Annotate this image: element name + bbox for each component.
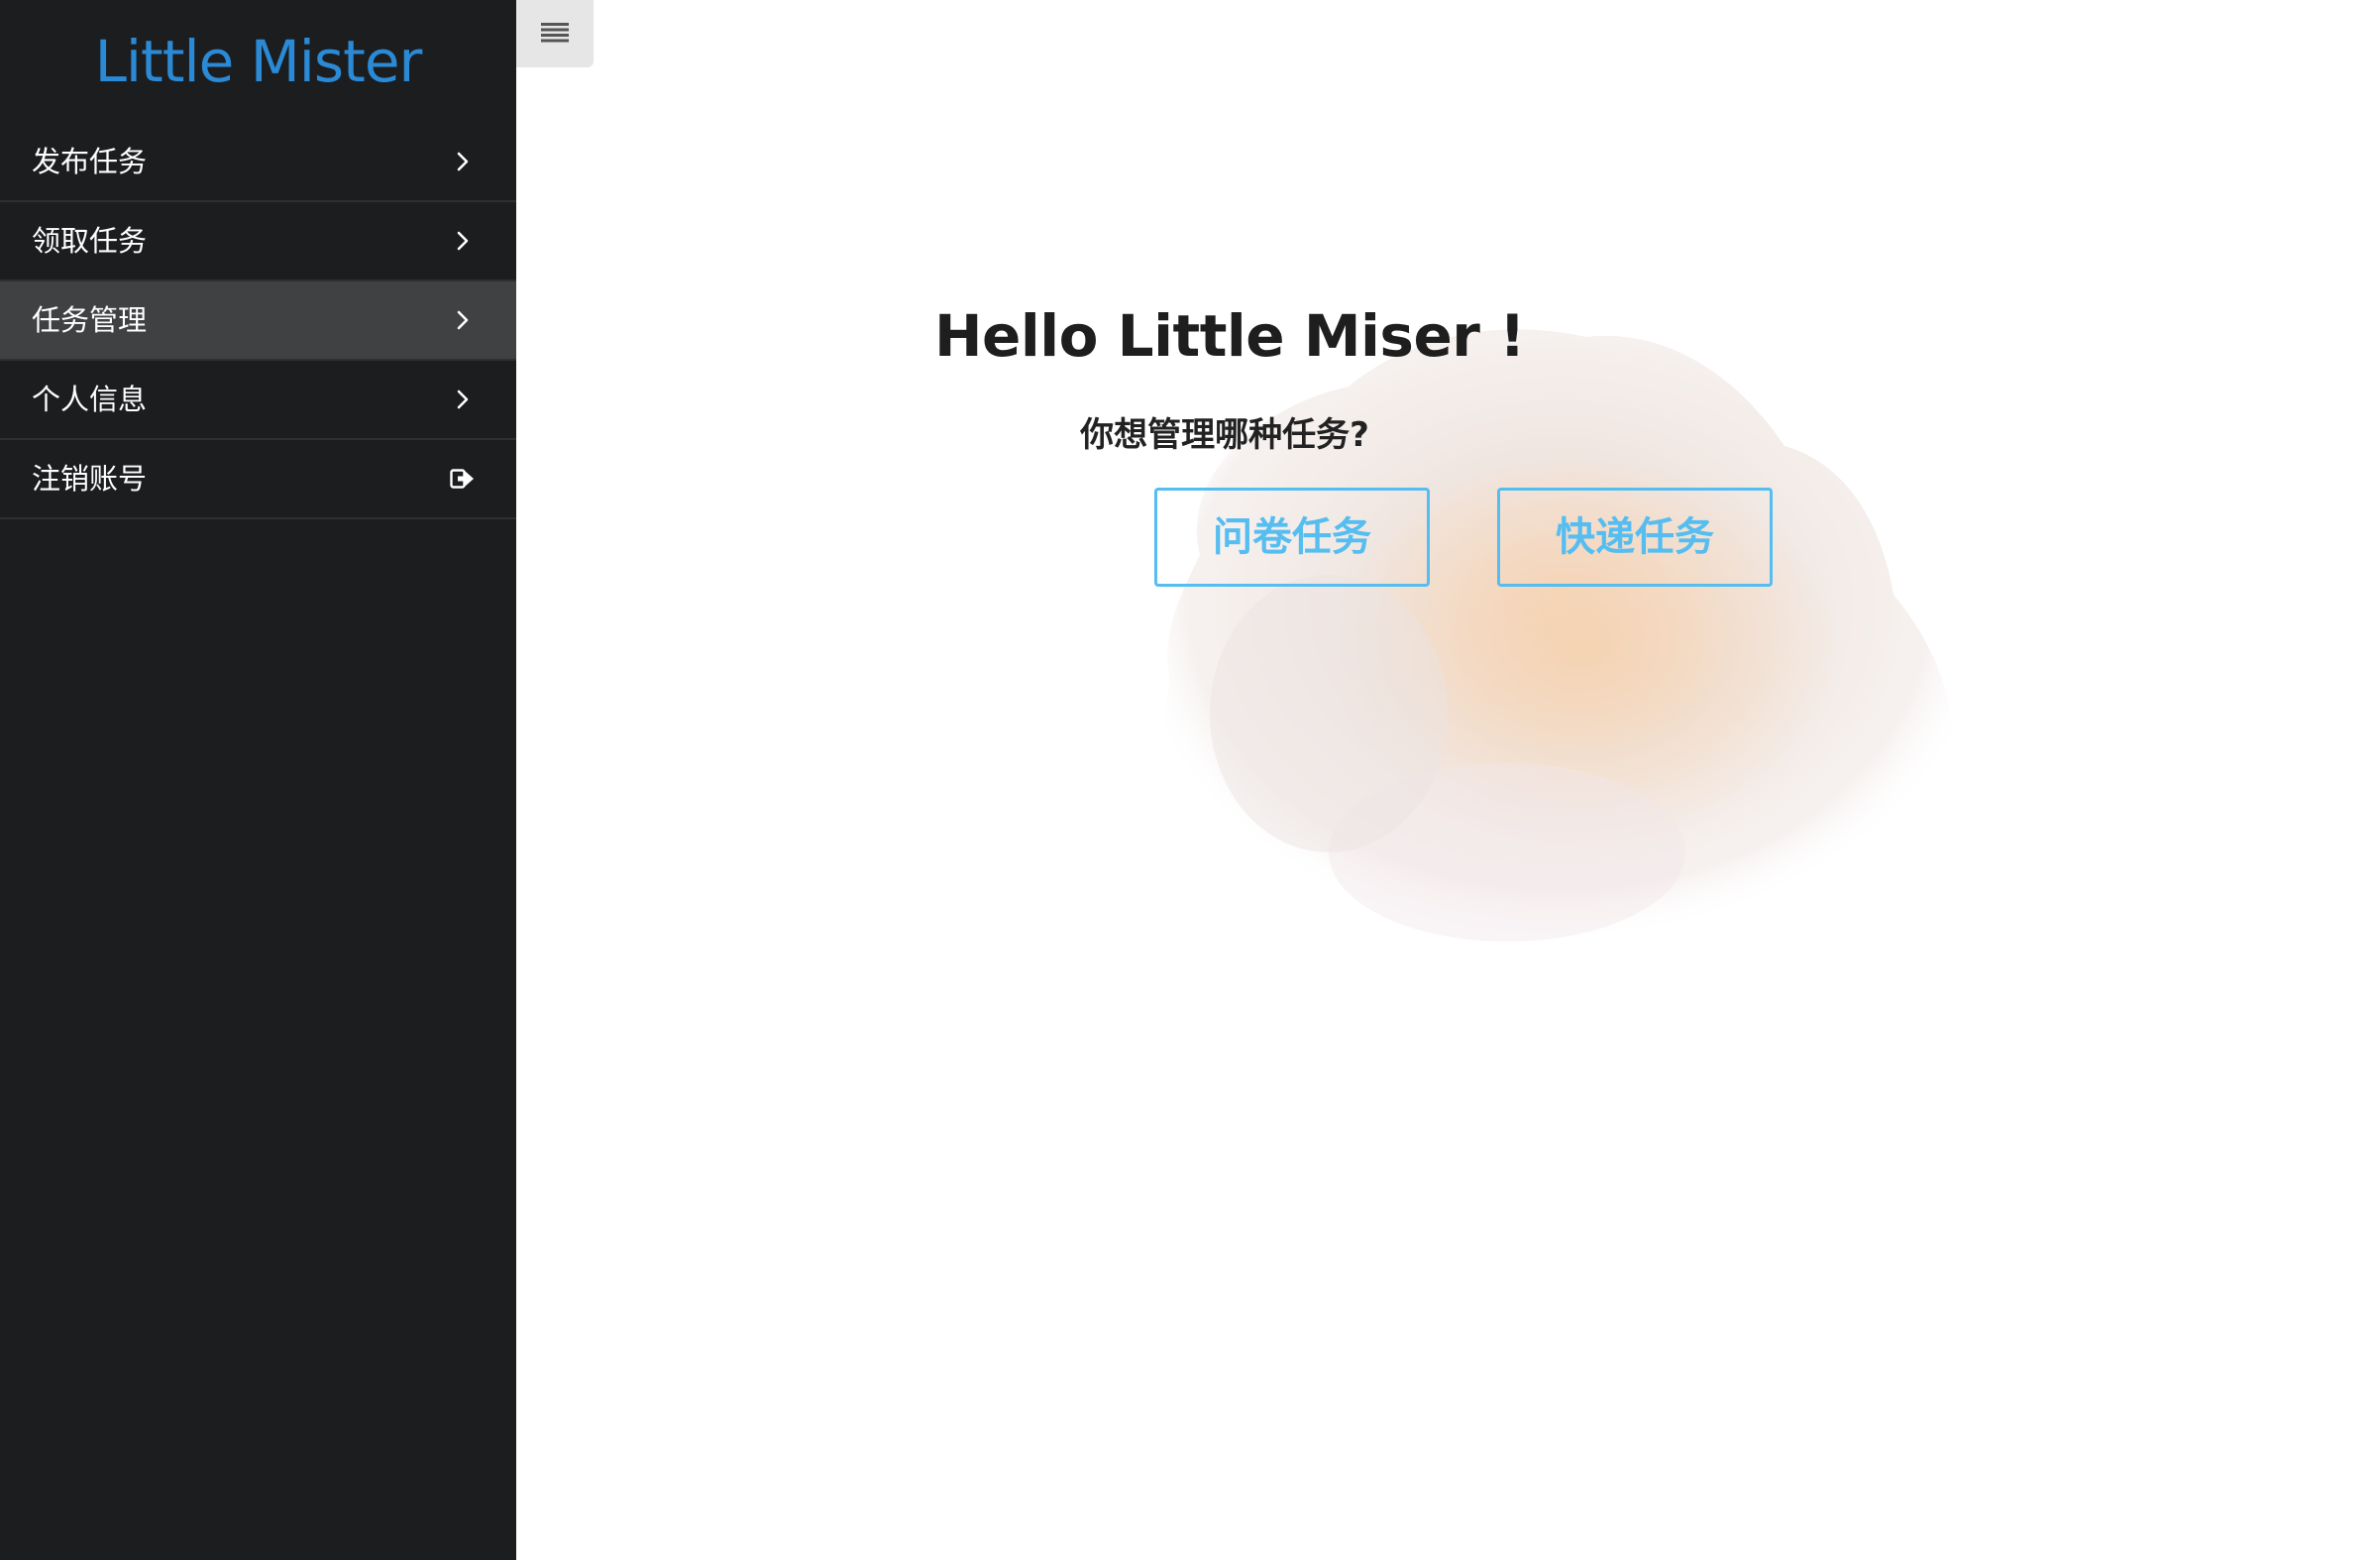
- survey-task-button[interactable]: 问卷任务: [1154, 488, 1430, 587]
- task-type-question: 你想管理哪种任务?: [1080, 415, 1369, 456]
- sidebar-item-logout[interactable]: 注销账号: [0, 440, 516, 519]
- main-content: Hello Little Miser ! 你想管理哪种任务? 问卷任务 快递任务: [516, 0, 2380, 1560]
- sidebar: Little Mister 发布任务 领取任务 任务管理 个人信息 注销账号: [0, 0, 516, 1560]
- chevron-right-icon: [449, 281, 477, 359]
- sidebar-item-publish-task[interactable]: 发布任务: [0, 123, 516, 202]
- chevron-right-icon: [449, 361, 477, 438]
- sign-out-icon: [449, 440, 477, 517]
- sidebar-item-label: 领取任务: [32, 224, 148, 258]
- sidebar-item-receive-task[interactable]: 领取任务: [0, 202, 516, 281]
- watercolor-splash-background: [1162, 329, 1956, 942]
- sidebar-item-label: 注销账号: [32, 462, 148, 496]
- sidebar-item-label: 个人信息: [32, 383, 148, 416]
- sidebar-item-task-management[interactable]: 任务管理: [0, 281, 516, 361]
- chevron-right-icon: [449, 123, 477, 200]
- greeting-heading: Hello Little Miser !: [933, 301, 1526, 370]
- sidebar-item-personal-info[interactable]: 个人信息: [0, 361, 516, 440]
- sidebar-item-label: 发布任务: [32, 145, 148, 178]
- express-task-button[interactable]: 快递任务: [1497, 488, 1773, 587]
- sidebar-menu: 发布任务 领取任务 任务管理 个人信息 注销账号: [0, 123, 516, 519]
- sidebar-item-label: 任务管理: [32, 303, 148, 337]
- chevron-right-icon: [449, 202, 477, 279]
- brand-title[interactable]: Little Mister: [0, 20, 516, 103]
